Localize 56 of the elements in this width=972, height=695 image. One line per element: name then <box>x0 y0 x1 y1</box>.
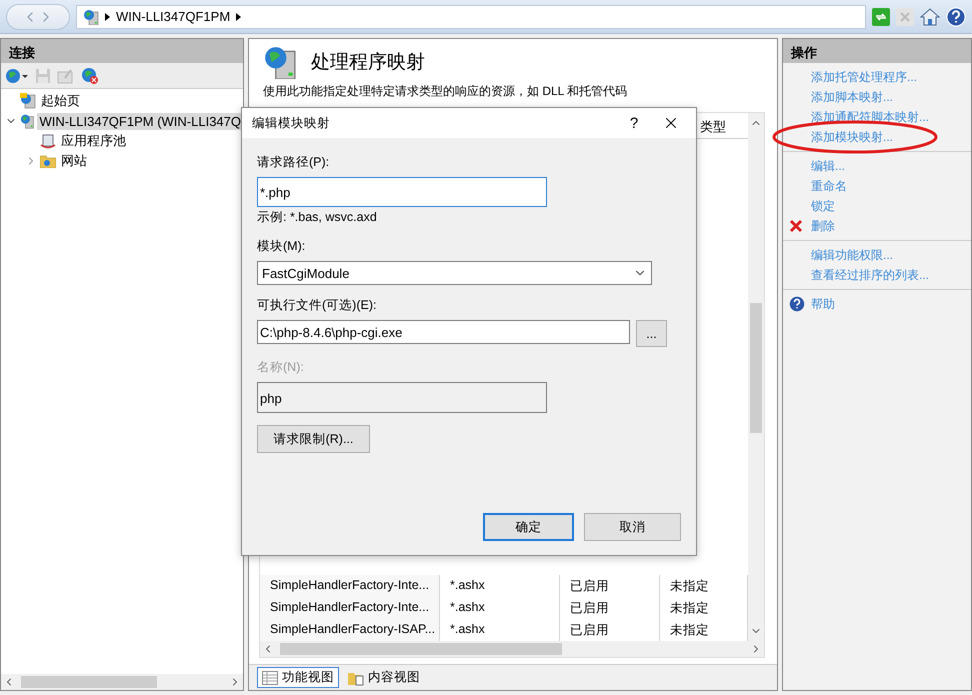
dialog-title: 编辑模块映射 <box>252 114 331 132</box>
view-tab[interactable]: 内容视图 <box>343 667 425 688</box>
breadcrumb-segment[interactable]: WIN-LLI347QF1PM <box>116 9 230 24</box>
address-bar[interactable]: WIN-LLI347QF1PM <box>76 4 866 28</box>
app-pool-icon <box>40 133 56 149</box>
field-label: 模块(M): <box>257 238 306 255</box>
breadcrumb-arrow-icon <box>105 12 110 20</box>
browse-button[interactable]: ... <box>636 320 667 347</box>
folder-icon <box>40 154 56 168</box>
table-row[interactable]: SimpleHandlerFactory-Inte... *.ashx 已启用 未指定 <box>260 597 748 619</box>
server-icon <box>20 113 34 129</box>
start-page-icon <box>20 93 36 109</box>
table-cell: 已启用 <box>560 597 660 619</box>
tree-item[interactable]: 起始页 <box>39 91 82 111</box>
connect-globe-icon[interactable] <box>5 68 29 84</box>
help-icon <box>789 296 805 312</box>
name-field: php <box>257 382 547 413</box>
tree-item[interactable]: 网站 <box>59 151 89 171</box>
table-cell: SimpleHandlerFactory-Inte... <box>260 575 440 597</box>
panel-header: 连接 <box>1 39 243 63</box>
grid-view-icon <box>262 670 278 684</box>
horizontal-scrollbar[interactable] <box>260 641 764 657</box>
table-cell: SimpleHandlerFactory-Inte... <box>260 597 440 619</box>
page-description: 使用此功能指定处理特定请求类型的响应的资源，如 DLL 和托管代码 <box>262 83 628 100</box>
view-tab[interactable]: 功能视图 <box>257 667 339 688</box>
table-cell: *.ashx <box>440 575 560 597</box>
dialog-button[interactable]: 取消 <box>584 513 681 541</box>
breadcrumb-arrow-icon <box>236 12 242 20</box>
scrollbar-thumb[interactable] <box>750 303 762 433</box>
horizontal-scrollbar[interactable] <box>1 674 243 690</box>
page-title: 处理程序映射 <box>311 51 425 75</box>
table-cell: 已启用 <box>560 575 660 597</box>
disconnect-icon[interactable] <box>81 66 99 84</box>
panel-header: 操作 <box>783 39 971 63</box>
help-button[interactable]: ? <box>622 114 646 132</box>
delete-icon <box>789 219 803 233</box>
server-icon <box>83 8 99 24</box>
field-label: 名称(N): <box>257 359 305 376</box>
request-restrictions-button[interactable]: 请求限制(R)... <box>257 425 370 453</box>
help-icon[interactable] <box>946 6 966 26</box>
table-cell: SimpleHandlerFactory-ISAP... <box>260 619 440 641</box>
refresh-icon[interactable] <box>872 8 890 26</box>
executable-field[interactable]: C:\php-8.4.6\php-cgi.exe <box>257 320 630 344</box>
tree-item[interactable]: 应用程序池 <box>59 131 128 151</box>
request-path-field[interactable]: *.php <box>257 177 547 207</box>
module-dropdown[interactable]: FastCgiModule <box>257 261 652 285</box>
tree-item[interactable]: WIN-LLI347QF1PM (WIN-LLI347Q <box>37 112 243 130</box>
table-cell: *.ashx <box>440 597 560 619</box>
table-row[interactable]: SimpleHandlerFactory-Inte... *.ashx 已启用 未指定 <box>260 575 748 597</box>
field-label: 可执行文件(可选)(E): <box>257 297 378 314</box>
field-hint: 示例: *.bas, wsvc.axd <box>257 209 378 226</box>
dialog-button[interactable]: 确定 <box>483 513 574 541</box>
server-icon <box>263 45 297 79</box>
home-icon[interactable] <box>920 8 940 26</box>
field-label: 请求路径(P): <box>257 154 330 171</box>
vertical-scrollbar[interactable] <box>748 113 764 641</box>
